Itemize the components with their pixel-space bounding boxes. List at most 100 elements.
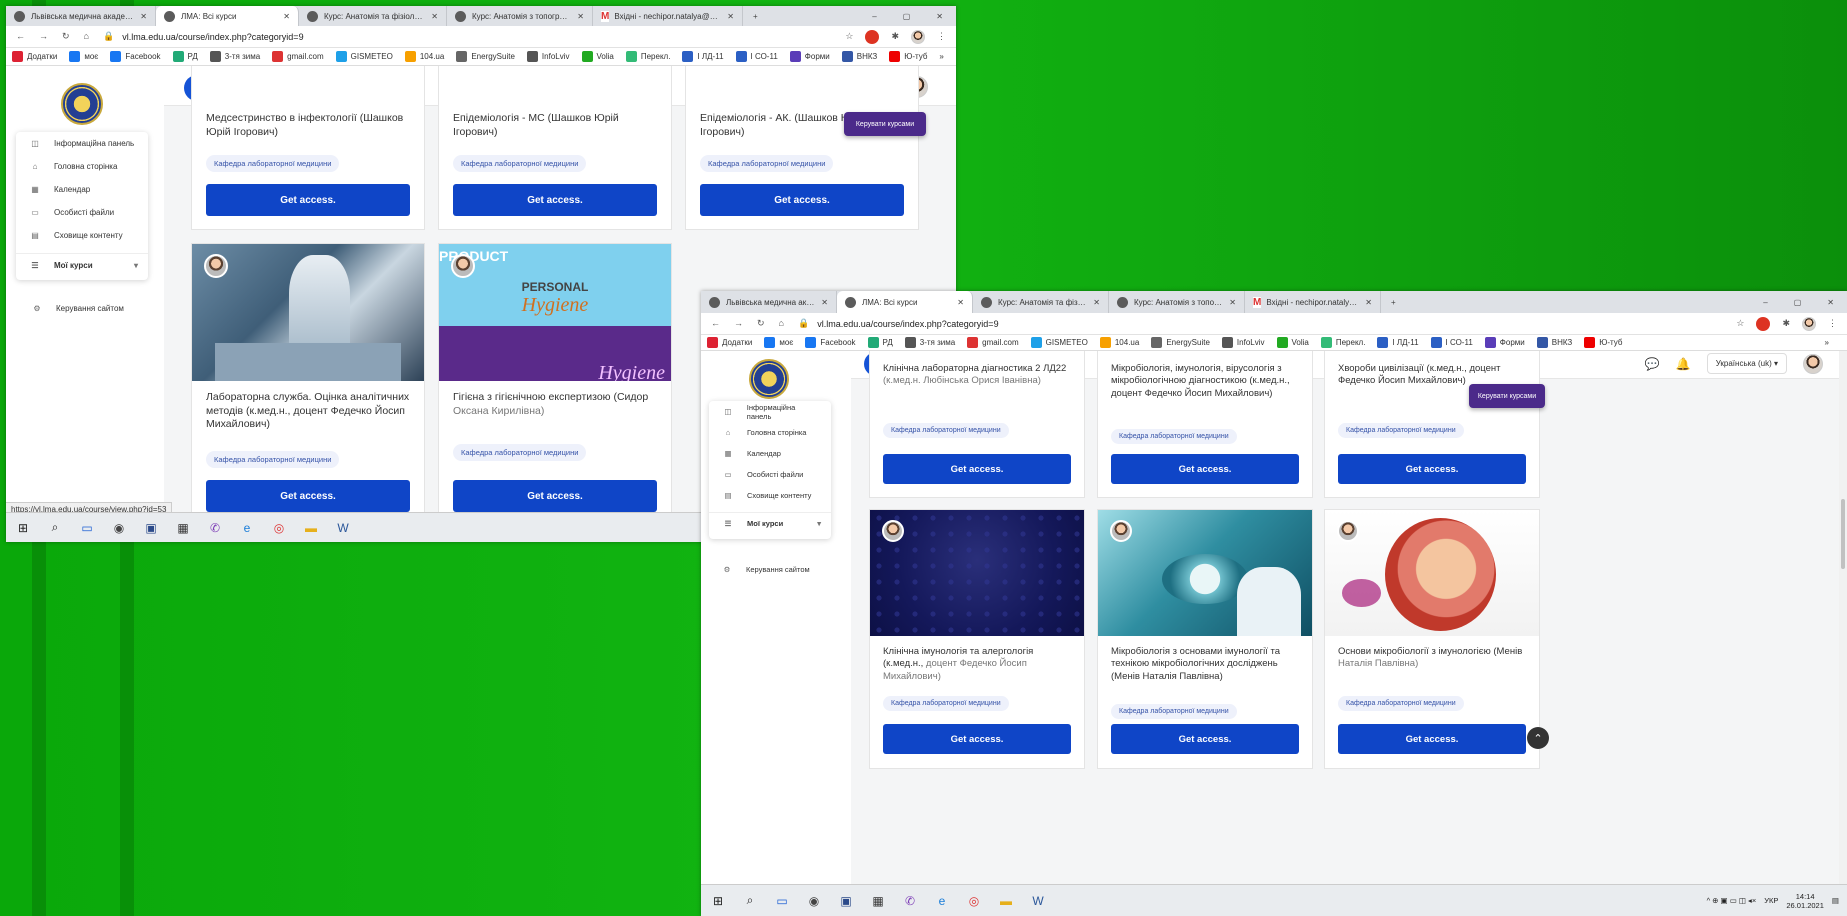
bookmark-8[interactable]: 104.ua [404,51,444,62]
bookmark-10[interactable]: InfoLviv [526,51,570,62]
sidebar-item-3[interactable]: ▦ Календар [709,443,831,464]
sidebar-item-4[interactable]: ▭ Особисті файли [16,201,148,224]
course-image[interactable] [870,510,1084,636]
back-icon[interactable]: ← [711,318,720,328]
department-badge[interactable]: Кафедра лабораторної медицини [1338,696,1464,711]
get-access-button[interactable]: Get access. [206,480,410,512]
user-avatar[interactable] [1803,353,1823,374]
course-title[interactable]: Медсестринство в інфектології (Шашков Юр… [206,112,410,139]
get-access-button[interactable]: Get access. [883,724,1071,754]
home-icon[interactable]: ⌂ [84,31,89,41]
save-icon[interactable]: ▣ [837,894,855,908]
tab-4[interactable]: Курс: Анатомія з топографічн ✕ [1109,291,1245,313]
reload-icon[interactable]: ↻ [62,31,70,41]
tab-3[interactable]: Курс: Анатомія та фізіологія (Н ✕ [973,291,1109,313]
profile-avatar[interactable] [1802,316,1816,331]
tray-icons[interactable]: ^ ⊕ ▣ ▭ ◫ ◂× [1707,896,1757,905]
bookmark-3[interactable]: Facebook [805,337,856,348]
course-card[interactable]: Хвороби цивілізації (к.мед.н., доцент Фе… [1324,351,1540,498]
bookmark-12[interactable]: Перекл. [625,51,670,62]
new-tab-button[interactable]: + [743,12,768,21]
get-access-button[interactable]: Get access. [883,454,1071,484]
get-access-button[interactable]: Get access. [206,184,410,216]
department-badge[interactable]: Кафедра лабораторної медицини [453,444,587,461]
site-admin-link[interactable]: ⚙ Керування сайтом [718,565,810,574]
teacher-avatar[interactable] [1337,520,1359,542]
tab-close-icon[interactable]: ✕ [1093,298,1100,307]
course-image[interactable] [1098,510,1312,636]
adblock-icon[interactable] [865,29,880,44]
star-icon[interactable]: ☆ [845,31,853,42]
course-card[interactable]: Клінічна імунологія та алергологія (к.ме… [869,509,1085,769]
sidebar-item-2[interactable]: ⌂ Головна сторінка [709,422,831,443]
course-card[interactable]: PRODUCT PERSONAL Hygiene Hygiene Гігієна з г… [438,243,672,512]
get-access-button[interactable]: Get access. [1111,454,1299,484]
bookmark-2[interactable]: моє [764,337,793,348]
url-field[interactable]: vl.lma.edu.ua/course/index.php?categoryi… [817,319,998,329]
bookmark-14[interactable]: І СО-11 [735,51,778,62]
sidebar-item-6[interactable]: ☰ Мої курси ▾ [16,253,148,276]
department-badge[interactable]: Кафедра лабораторної медицини [883,696,1009,711]
course-card[interactable]: Епідеміологія - АК. (Шашков Юрій Ігорови… [685,66,919,230]
department-badge[interactable]: Кафедра лабораторної медицини [700,155,834,172]
teacher-avatar[interactable] [451,254,475,278]
bookmark-1[interactable]: Додатки [12,51,57,62]
course-title[interactable]: Епідеміологія - МС (Шашков Юрій Ігорович… [453,112,657,139]
scrollbar[interactable] [1839,351,1847,884]
profile-avatar[interactable] [911,29,925,44]
viber-icon[interactable]: ✆ [206,521,224,535]
tab-1[interactable]: Львівська медична академія ім ✕ [701,291,837,313]
bookmark-16[interactable]: ВНКЗ [841,51,877,62]
menu-icon[interactable]: ⋮ [937,31,946,42]
academy-logo[interactable] [749,359,789,399]
tab-1[interactable]: Львівська медична академія ім ✕ [6,6,156,26]
sidebar-item-1[interactable]: ◫ Інформаційна панель [16,132,148,155]
adblock-icon[interactable] [1756,316,1771,331]
explorer-icon[interactable]: ▬ [302,521,320,535]
course-title[interactable]: Мікробіологія, імунологія, вірусологія з… [1111,363,1299,400]
tab-close-icon[interactable]: ✕ [1229,298,1236,307]
chevron-down-icon[interactable]: ▾ [134,261,138,270]
maximize-icon[interactable]: ▢ [890,12,924,21]
bookmark-6[interactable]: gmail.com [272,51,324,62]
tab-close-icon[interactable]: ✕ [1365,298,1372,307]
bookmark-8[interactable]: 104.ua [1099,337,1139,348]
bookmark-17[interactable]: Ю-туб [889,51,927,62]
tab-close-icon[interactable]: ✕ [431,12,438,21]
bookmark-10[interactable]: InfoLviv [1221,337,1265,348]
extensions-icon[interactable]: ✱ [891,31,899,42]
bookmark-4[interactable]: РД [172,51,198,62]
close-window-icon[interactable]: ✕ [923,12,956,21]
course-image[interactable]: PRODUCT PERSONAL Hygiene Hygiene [439,244,671,381]
tab-close-icon[interactable]: ✕ [821,298,828,307]
sidebar-item-2[interactable]: ⌂ Головна сторінка [16,155,148,178]
minimize-icon[interactable]: – [1750,298,1780,307]
search-icon[interactable]: ⌕ [741,893,759,908]
course-title[interactable]: Клінічна лабораторна діагностика 2 ЛД22 … [883,363,1071,388]
sidebar-item-5[interactable]: ▤ Сховище контенту [16,224,148,247]
bookmark-9[interactable]: EnergySuite [1151,337,1210,348]
teacher-avatar[interactable] [1110,520,1132,542]
bookmark-7[interactable]: GISMETEO [335,51,393,62]
tab-4[interactable]: Курс: Анатомія з топографічн ✕ [447,6,593,26]
bell-icon[interactable]: 🔔 [1676,357,1691,371]
reload-icon[interactable]: ↻ [757,318,765,328]
department-badge[interactable]: Кафедра лабораторної медицини [1111,704,1237,719]
back-to-top-button[interactable]: ⌃ [1527,727,1549,749]
word-icon[interactable]: W [334,521,352,535]
bookmark-3[interactable]: Facebook [110,51,161,62]
menu-icon[interactable]: ⋮ [1828,318,1837,329]
academy-logo[interactable] [61,83,103,125]
save-icon[interactable]: ▣ [142,521,160,535]
camera-icon[interactable]: ◉ [805,894,823,908]
bookmark-13[interactable]: І ЛД-11 [1377,337,1419,348]
course-card[interactable]: Клінічна лабораторна діагностика 2 ЛД22 … [869,351,1085,498]
course-card[interactable]: Медсестринство в інфектології (Шашков Юр… [191,66,425,230]
get-access-button[interactable]: Get access. [1338,724,1526,754]
sidebar-item-6[interactable]: ☰ Мої курси ▾ [709,512,831,533]
tab-close-icon[interactable]: ✕ [727,12,734,21]
sidebar-item-5[interactable]: ▤ Сховище контенту [709,485,831,506]
sidebar-item-1[interactable]: ◫ Інформаційна панель [709,401,831,422]
course-title[interactable]: Гігієна з гігієнічною експертизою (Сидор… [453,391,657,418]
site-admin-link[interactable]: ⚙ Керування сайтом [28,304,124,313]
